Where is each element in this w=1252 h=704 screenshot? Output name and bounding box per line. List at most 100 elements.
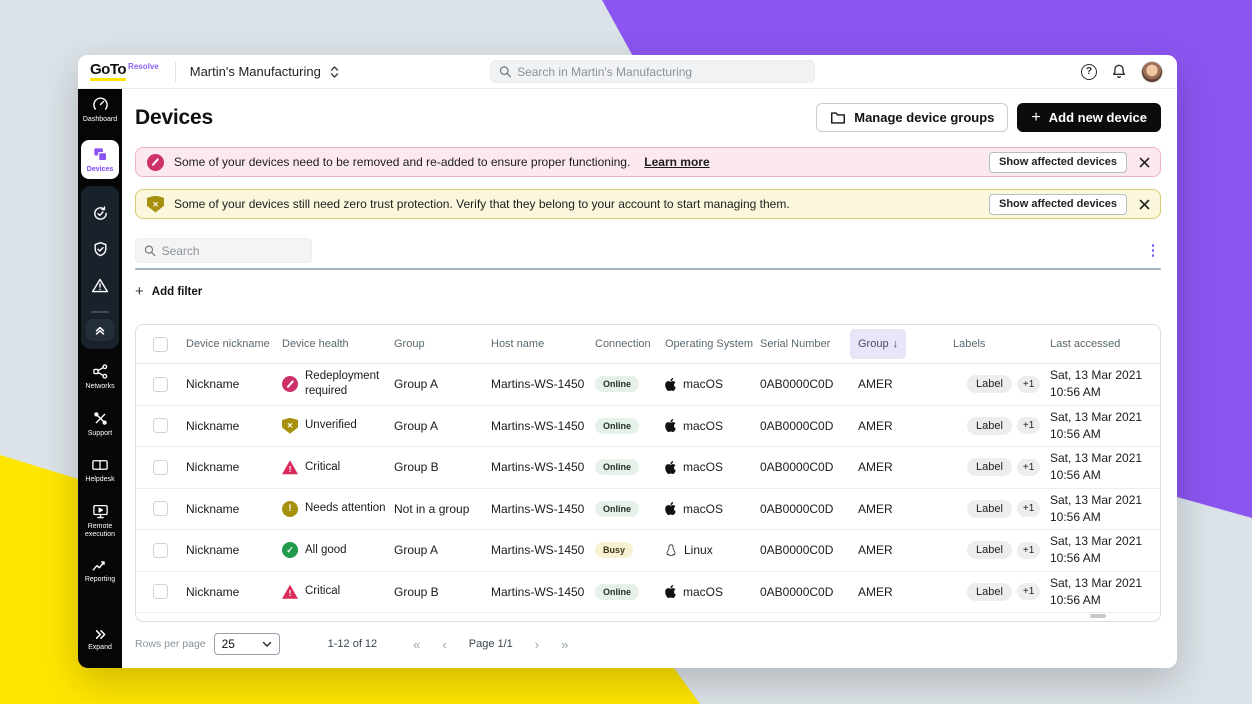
last-page-button[interactable]: » [561,637,568,652]
host-name-cell: Martins-WS-1450 [491,460,595,474]
sidebar-expand-button[interactable]: Expand [78,628,122,668]
global-search[interactable] [490,60,815,83]
sidebar-item-devices[interactable]: Devices [81,140,119,179]
sidebar-item-dashboard[interactable]: Dashboard [78,96,122,126]
serial-number-cell: 0AB0000C0D [760,377,858,391]
global-search-input[interactable] [517,65,806,79]
label-pill: Label [967,417,1012,435]
column-header-group[interactable]: Group [394,338,491,350]
learn-more-link[interactable]: Learn more [644,155,709,169]
serial-number-cell: 0AB0000C0D [760,585,858,599]
table-search[interactable] [135,238,312,263]
networks-icon [92,363,109,380]
operating-system-cell: macOS [665,377,760,391]
sidebar-item-helpdesk[interactable]: Helpdesk [85,457,114,484]
operating-system-cell: macOS [665,502,760,516]
close-icon[interactable] [1139,157,1150,168]
group2-cell: AMER [858,585,953,599]
group2-cell: AMER [858,502,953,516]
column-header-device-nickname[interactable]: Device nickname [186,338,282,350]
column-header-serial-number[interactable]: Serial Number [760,338,858,350]
sidebar-item-antivirus[interactable] [81,231,119,267]
table-search-input[interactable] [162,244,303,258]
device-health-cell: All good [282,542,394,558]
sidebar-item-support[interactable]: Support [88,410,113,438]
row-checkbox[interactable] [153,584,168,599]
column-header-group-sorted[interactable]: Group↓ [850,329,906,359]
label-extra-pill[interactable]: +1 [1017,417,1040,434]
host-name-cell: Martins-WS-1450 [491,585,595,599]
notifications-bell-icon[interactable] [1111,63,1127,80]
close-icon[interactable] [1139,199,1150,210]
device-nickname-cell: Nickname [186,460,282,474]
sidebar-collapse-button[interactable] [86,319,114,341]
sidebar-item-networks[interactable]: Networks [85,363,114,391]
sidebar-item-reporting[interactable]: Reporting [85,558,115,584]
first-page-button[interactable]: « [413,637,420,652]
goto-logo: GoTo Resolve [90,63,159,81]
user-avatar[interactable] [1141,61,1163,83]
sidebar-item-alerts[interactable] [81,267,119,303]
host-name-cell: Martins-WS-1450 [491,419,595,433]
column-header-host-name[interactable]: Host name [491,338,595,350]
label-extra-pill[interactable]: +1 [1017,500,1040,517]
sidebar-item-updates[interactable] [81,195,119,231]
table-row[interactable]: Nickname Needs attention Not in a group … [136,489,1160,531]
column-header-device-health[interactable]: Device health [282,338,394,350]
column-header-connection[interactable]: Connection [595,338,665,350]
operating-system-cell: macOS [665,460,760,474]
page-title: Devices [135,106,213,130]
row-checkbox[interactable] [153,377,168,392]
alert-error-icon [147,154,164,171]
add-new-device-button[interactable]: + Add new device [1017,103,1161,132]
connection-badge: Online [595,418,639,434]
host-name-cell: Martins-WS-1450 [491,377,595,391]
search-icon [144,244,156,257]
device-nickname-cell: Nickname [186,419,282,433]
resolve-logo-suffix: Resolve [128,62,159,71]
connection-badge: Busy [595,542,633,558]
label-pill: Label [967,541,1012,559]
next-page-button[interactable]: › [535,637,539,652]
row-checkbox[interactable] [153,460,168,475]
table-footer: Rows per page 25 1-12 of 12 « ‹ Page 1/1… [135,633,1161,655]
label-extra-pill[interactable]: +1 [1017,542,1040,559]
previous-page-button[interactable]: ‹ [442,637,446,652]
add-filter-button[interactable]: + Add filter [135,286,225,298]
column-header-labels[interactable]: Labels [953,338,1050,350]
table-row[interactable]: Nickname Redeployment required Group A M… [136,364,1160,406]
sync-check-icon [92,205,109,222]
label-extra-pill[interactable]: +1 [1017,459,1040,476]
horizontal-scrollbar-thumb[interactable] [1090,614,1106,618]
row-checkbox[interactable] [153,543,168,558]
apple-icon [665,419,676,432]
row-checkbox[interactable] [153,418,168,433]
table-options-kebab-menu[interactable] [1145,243,1161,259]
group-cell: Group A [394,419,491,433]
show-affected-devices-button[interactable]: Show affected devices [989,152,1127,173]
row-checkbox[interactable] [153,501,168,516]
search-icon [499,65,511,78]
label-extra-pill[interactable]: +1 [1017,376,1040,393]
label-extra-pill[interactable]: +1 [1017,583,1040,600]
manage-device-groups-button[interactable]: Manage device groups [816,103,1008,132]
show-affected-devices-button[interactable]: Show affected devices [989,194,1127,215]
group-cell: Group B [394,585,491,599]
rows-per-page-select[interactable]: 25 [214,633,280,655]
column-header-last-accessed[interactable]: Last accessed [1050,338,1160,350]
table-row[interactable]: Nickname Critical Group B Martins-WS-145… [136,447,1160,489]
column-header-operating-system[interactable]: Operating System [665,338,760,350]
help-icon[interactable]: ? [1081,64,1097,80]
group2-cell: AMER [858,460,953,474]
serial-number-cell: 0AB0000C0D [760,502,858,516]
device-health-cell: Unverified [282,418,394,434]
table-row[interactable]: Nickname Critical Group B Martins-WS-145… [136,572,1160,614]
table-row[interactable]: Nickname Unverified Group A Martins-WS-1… [136,406,1160,448]
device-nickname-cell: Nickname [186,543,282,557]
table-row[interactable]: Nickname All good Group A Martins-WS-145… [136,530,1160,572]
sidebar-item-remote-execution[interactable]: Remote execution [78,503,122,539]
select-all-checkbox[interactable] [153,337,168,352]
device-nickname-cell: Nickname [186,502,282,516]
connection-badge: Online [595,376,639,392]
account-switcher[interactable]: Martin's Manufacturing [190,64,340,79]
